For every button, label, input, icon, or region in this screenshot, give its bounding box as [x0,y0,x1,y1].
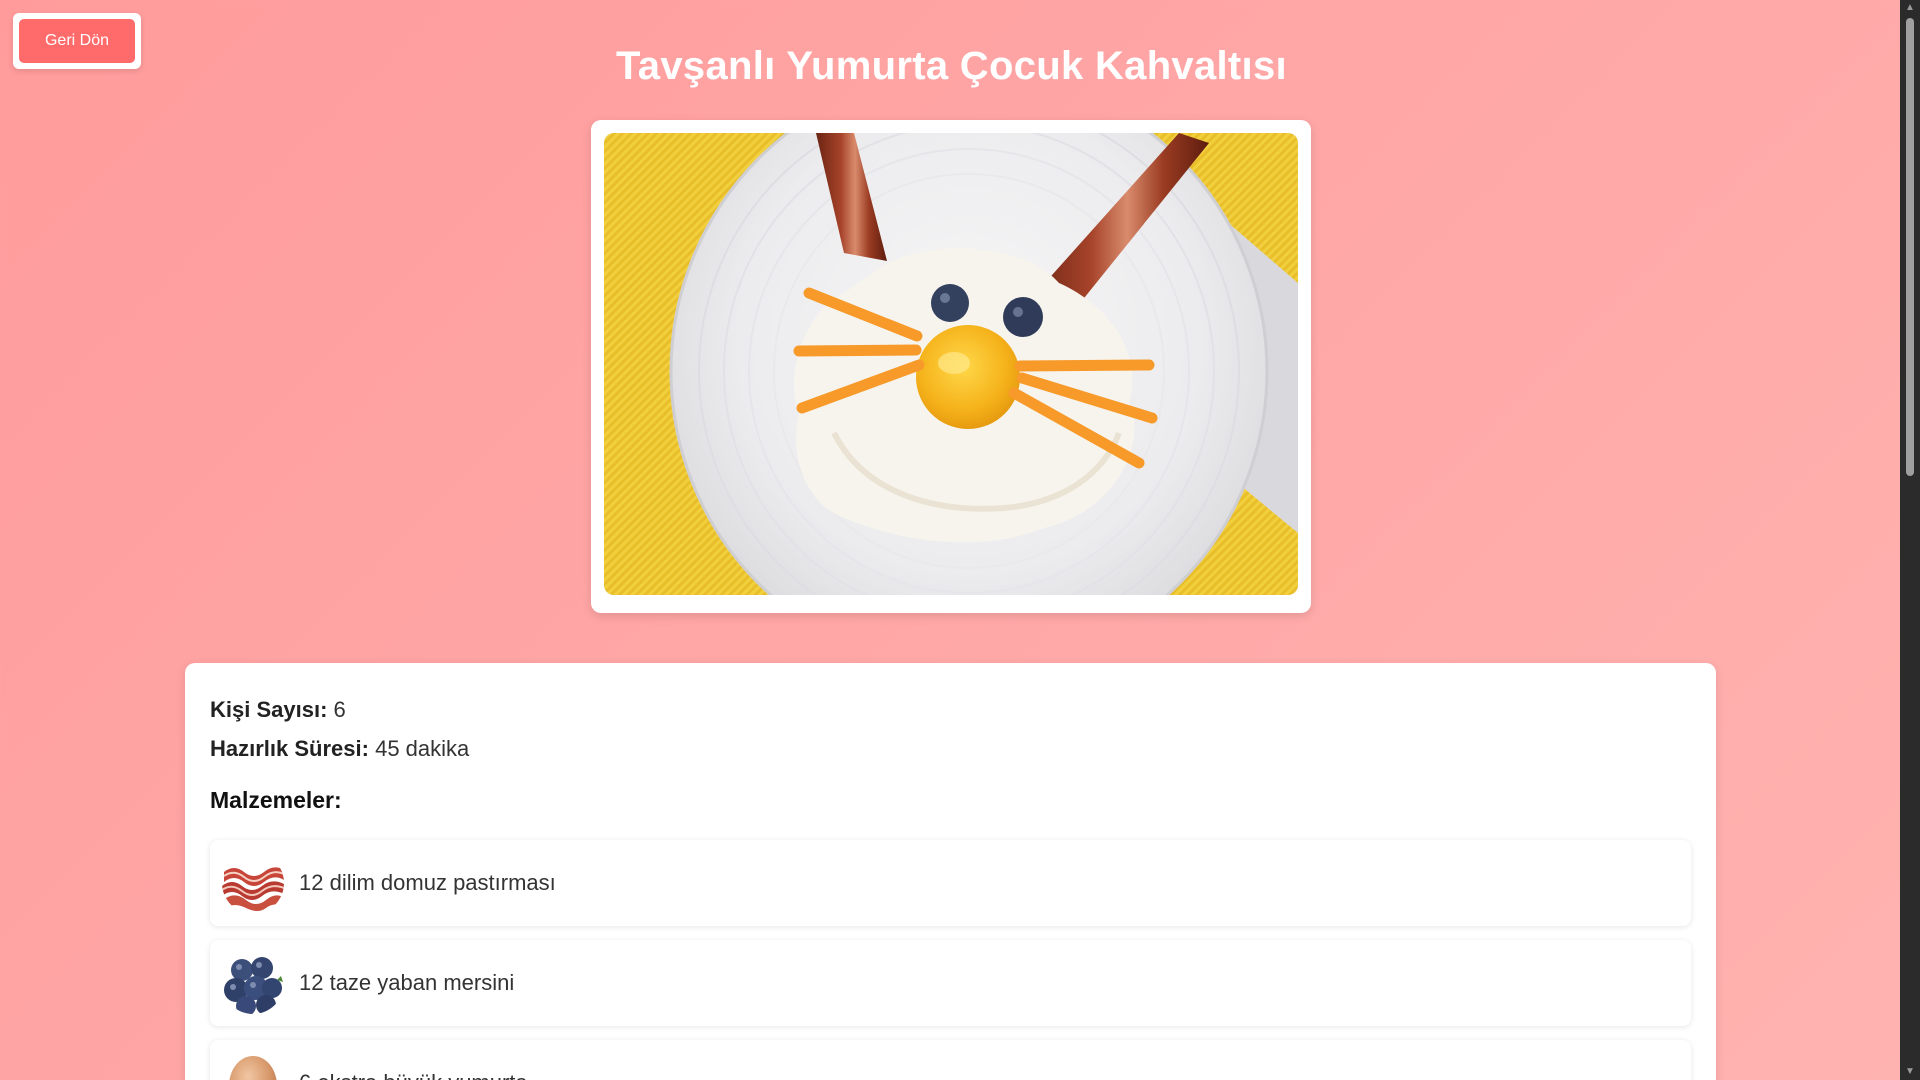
ingredient-text: 6 ekstra büyük yumurta [299,1040,528,1080]
bacon-icon [222,852,284,914]
recipe-image-card [591,120,1311,613]
prep-time-line: Hazırlık Süresi: 45 dakika [210,736,469,762]
vertical-scrollbar[interactable]: ▲ ▼ [1900,0,1920,1080]
bunny-egg-breakfast-photo [604,133,1298,595]
prep-time-label: Hazırlık Süresi: [210,736,369,761]
page-title: Tavşanlı Yumurta Çocuk Kahvaltısı [616,44,1287,88]
ingredient-item: 6 ekstra büyük yumurta [210,1040,1691,1080]
recipe-image [604,133,1298,595]
egg-icon [222,1052,284,1080]
recipe-info-card: Kişi Sayısı: 6 Hazırlık Süresi: 45 dakik… [185,663,1716,1080]
ingredient-item: 12 taze yaban mersini [210,940,1691,1026]
servings-label: Kişi Sayısı: [210,697,328,722]
ingredient-text: 12 taze yaban mersini [299,970,515,995]
ingredients-title: Malzemeler: [210,787,342,813]
recipe-page: Geri Dön Tavşanlı Yumurta Çocuk Kahvaltı… [0,0,1900,1080]
servings-value: 6 [333,697,346,722]
scroll-down-arrow-icon[interactable]: ▼ [1900,1064,1920,1080]
blueberry-icon [222,952,284,1014]
prep-time-value: 45 dakika [375,736,470,761]
ingredient-item: 12 dilim domuz pastırması [210,840,1691,926]
scroll-up-arrow-icon[interactable]: ▲ [1900,0,1920,16]
scrollbar-thumb[interactable] [1906,18,1914,476]
ingredient-text: 12 dilim domuz pastırması [299,870,556,895]
servings-line: Kişi Sayısı: 6 [210,697,346,723]
